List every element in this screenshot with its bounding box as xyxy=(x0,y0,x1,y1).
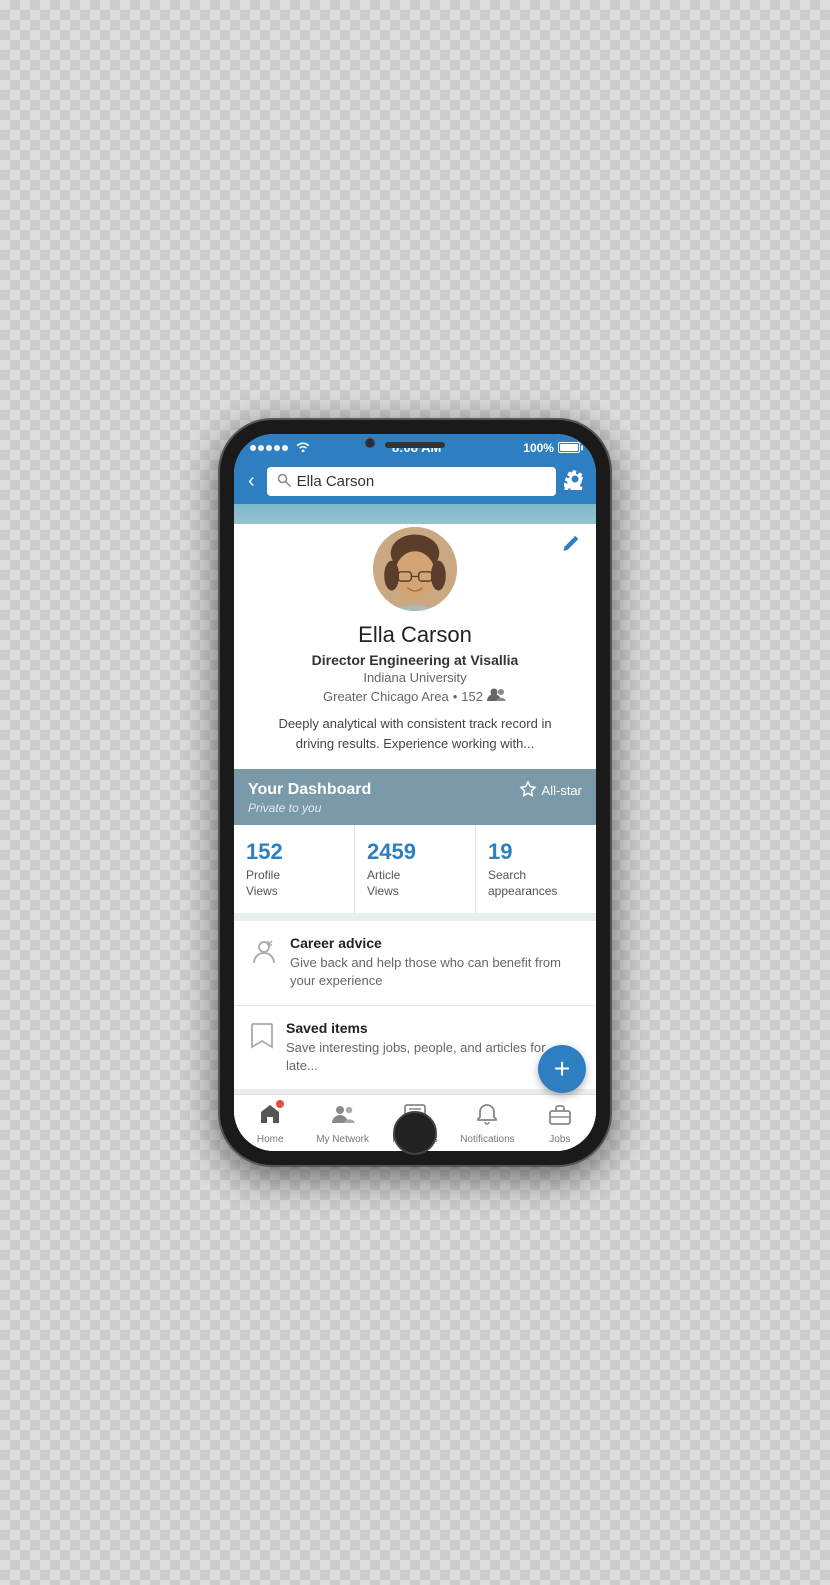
battery-icon xyxy=(558,442,580,453)
dashboard-header: Your Dashboard Private to you All-star xyxy=(248,781,582,815)
connection-count: 152 xyxy=(461,689,483,704)
career-advice-text: Career advice Give back and help those w… xyxy=(290,935,580,990)
home-badge xyxy=(276,1100,284,1108)
scroll-content: Ella Carson Director Engineering at Visa… xyxy=(234,504,596,1094)
nav-notifications[interactable]: Notifications xyxy=(451,1095,523,1151)
nav-jobs[interactable]: Jobs xyxy=(524,1095,596,1151)
nav-notifications-label: Notifications xyxy=(460,1134,514,1145)
stats-row: 152 ProfileViews 2459 ArticleViews 19 Se… xyxy=(234,825,596,913)
back-button[interactable]: ‹ xyxy=(244,470,259,493)
search-icon xyxy=(277,473,291,490)
saved-items-icon xyxy=(250,1022,274,1057)
stat-label-profile: ProfileViews xyxy=(246,868,342,899)
search-input-area[interactable]: Ella Carson xyxy=(267,467,556,496)
avatar xyxy=(370,524,460,614)
saved-items-title: Saved items xyxy=(286,1020,580,1036)
jobs-icon xyxy=(549,1103,571,1131)
nav-jobs-label: Jobs xyxy=(549,1134,570,1145)
dashboard-title-area: Your Dashboard Private to you xyxy=(248,781,371,815)
settings-button[interactable] xyxy=(564,468,586,496)
location-text: Greater Chicago Area xyxy=(323,689,449,704)
nav-network[interactable]: My Network xyxy=(306,1095,378,1151)
wifi-icon xyxy=(296,440,310,455)
profile-title: Director Engineering at Visallia xyxy=(250,652,580,668)
signal-dot-4 xyxy=(274,445,280,451)
saved-items-text: Saved items Save interesting jobs, peopl… xyxy=(286,1020,580,1075)
profile-name: Ella Carson xyxy=(250,622,580,648)
signal-dot-5 xyxy=(282,445,288,451)
dashboard-section: Your Dashboard Private to you All-star xyxy=(234,769,596,825)
notifications-icon xyxy=(477,1103,497,1131)
profile-school: Indiana University xyxy=(250,670,580,685)
stat-number-search: 19 xyxy=(488,839,584,865)
bullet: • xyxy=(453,689,458,704)
phone-device: 8:08 AM 100% ‹ Ella Carson xyxy=(220,420,610,1165)
stat-number-profile: 152 xyxy=(246,839,342,865)
edit-profile-button[interactable] xyxy=(562,534,580,557)
phone-home-button[interactable] xyxy=(393,1111,437,1155)
career-advice-title: Career advice xyxy=(290,935,580,951)
battery-percent: 100% xyxy=(523,441,554,455)
profile-card: Ella Carson Director Engineering at Visa… xyxy=(234,524,596,769)
status-left xyxy=(250,440,310,455)
career-advice-desc: Give back and help those who can benefit… xyxy=(290,954,580,990)
career-advice-item[interactable]: Career advice Give back and help those w… xyxy=(234,921,596,1005)
signal-dot-3 xyxy=(266,445,272,451)
nav-home-label: Home xyxy=(257,1134,284,1145)
signal-dot-2 xyxy=(258,445,264,451)
home-icon xyxy=(259,1103,281,1131)
phone-speaker xyxy=(385,442,445,448)
allstar-badge[interactable]: All-star xyxy=(519,781,582,799)
battery-fill xyxy=(560,444,578,451)
status-right: 100% xyxy=(523,441,580,455)
stat-label-search: Searchappearances xyxy=(488,868,584,899)
search-query: Ella Carson xyxy=(297,473,375,490)
career-advice-icon xyxy=(250,937,278,972)
profile-info: Ella Carson Director Engineering at Visa… xyxy=(234,614,596,753)
allstar-label: All-star xyxy=(542,783,582,798)
signal-strength xyxy=(250,445,288,451)
search-bar: ‹ Ella Carson xyxy=(234,459,596,504)
fab-button[interactable]: + xyxy=(538,1045,586,1093)
phone-screen: 8:08 AM 100% ‹ Ella Carson xyxy=(234,434,596,1151)
dashboard-subtitle: Private to you xyxy=(248,801,371,815)
stat-search-appearances[interactable]: 19 Searchappearances xyxy=(476,825,596,913)
profile-bio: Deeply analytical with consistent track … xyxy=(250,714,580,753)
signal-dot-1 xyxy=(250,445,256,451)
dashboard-title: Your Dashboard xyxy=(248,781,371,799)
avatar-wrapper xyxy=(234,524,596,614)
nav-network-label: My Network xyxy=(316,1134,369,1145)
network-icon xyxy=(331,1103,355,1131)
connections-icon xyxy=(487,687,507,706)
stat-number-article: 2459 xyxy=(367,839,463,865)
stat-label-article: ArticleViews xyxy=(367,868,463,899)
phone-camera xyxy=(365,438,375,448)
profile-location: Greater Chicago Area • 152 xyxy=(250,687,580,706)
stat-profile-views[interactable]: 152 ProfileViews xyxy=(234,825,355,913)
saved-items-desc: Save interesting jobs, people, and artic… xyxy=(286,1039,580,1075)
stat-article-views[interactable]: 2459 ArticleViews xyxy=(355,825,476,913)
nav-home[interactable]: Home xyxy=(234,1095,306,1151)
